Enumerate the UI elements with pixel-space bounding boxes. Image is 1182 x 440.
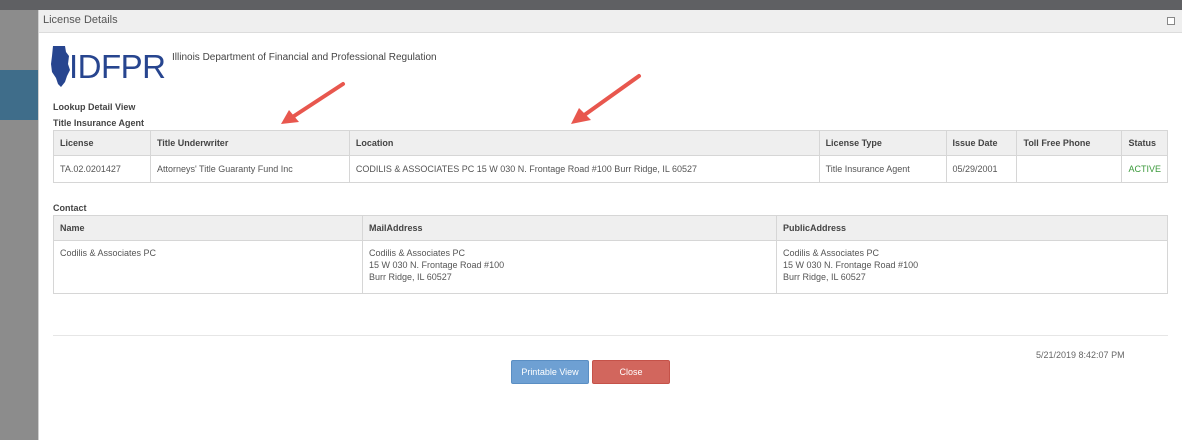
cell-license: TA.02.0201427 [53, 155, 151, 183]
public-address-line-2: 15 W 030 N. Frontage Road #100 [783, 260, 919, 270]
contact-table: Name MailAddress PublicAddress Codilis &… [53, 215, 1168, 294]
license-section-label: Title Insurance Agent [53, 118, 145, 128]
maximize-icon[interactable] [1167, 17, 1175, 25]
background-topbar [0, 0, 1182, 10]
public-address-line-1: Codilis & Associates PC [783, 248, 880, 258]
logo-text: IDFPR [69, 48, 166, 85]
column-header-license-type: License Type [818, 130, 947, 156]
column-header-title-underwriter: Title Underwriter [149, 130, 350, 156]
illinois-state-logo-icon [51, 46, 70, 87]
lookup-detail-title: Lookup Detail View [53, 102, 136, 112]
background-sidebar-band [0, 70, 38, 120]
cell-toll-free-phone [1016, 155, 1123, 183]
annotation-arrow-icon [281, 82, 345, 124]
cell-title-underwriter: Attorneys' Title Guaranty Fund Inc [149, 155, 350, 183]
license-table-header-row: License Title Underwriter Location Licen… [53, 130, 1168, 156]
public-address-line-3: Burr Ridge, IL 60527 [783, 272, 866, 282]
mail-address-line-2: 15 W 030 N. Frontage Road #100 [369, 260, 505, 270]
dialog-titlebar[interactable]: License Details [39, 10, 1182, 33]
column-header-status: Status [1121, 130, 1168, 156]
footer-divider [53, 335, 1168, 336]
cell-location: CODILIS & ASSOCIATES PC 15 W 030 N. Fron… [348, 155, 820, 183]
contact-section-label: Contact [53, 203, 87, 213]
close-button[interactable]: Close [592, 360, 670, 384]
column-header-location: Location [348, 130, 820, 156]
cell-contact-name: Codilis & Associates PC [53, 240, 363, 294]
cell-license-type: Title Insurance Agent [818, 155, 947, 183]
column-header-toll-free-phone: Toll Free Phone [1016, 130, 1123, 156]
column-header-mail-address: MailAddress [362, 215, 777, 241]
column-header-public-address: PublicAddress [776, 215, 1168, 241]
mail-address-line-3: Burr Ridge, IL 60527 [369, 272, 452, 282]
column-header-name: Name [53, 215, 363, 241]
column-header-license: License [53, 130, 151, 156]
printable-view-button[interactable]: Printable View [511, 360, 589, 384]
idfpr-logo: IDFPR [49, 44, 189, 88]
cell-issue-date: 05/29/2001 [945, 155, 1018, 183]
license-details-dialog: License Details IDFPR Illinois Departmen… [38, 10, 1182, 440]
annotation-arrow-icon [571, 74, 641, 124]
license-table: License Title Underwriter Location Licen… [53, 130, 1168, 183]
dialog-title: License Details [43, 14, 118, 26]
cell-status: ACTIVE [1121, 155, 1168, 183]
table-row: TA.02.0201427 Attorneys' Title Guaranty … [53, 155, 1168, 183]
cell-public-address: Codilis & Associates PC 15 W 030 N. Fron… [776, 240, 1168, 294]
cell-mail-address: Codilis & Associates PC 15 W 030 N. Fron… [362, 240, 777, 294]
timestamp: 5/21/2019 8:42:07 PM [1036, 350, 1125, 360]
column-header-issue-date: Issue Date [945, 130, 1018, 156]
agency-name: Illinois Department of Financial and Pro… [172, 52, 437, 63]
table-row: Codilis & Associates PC Codilis & Associ… [53, 240, 1168, 294]
mail-address-line-1: Codilis & Associates PC [369, 248, 466, 258]
contact-table-header-row: Name MailAddress PublicAddress [53, 215, 1168, 241]
